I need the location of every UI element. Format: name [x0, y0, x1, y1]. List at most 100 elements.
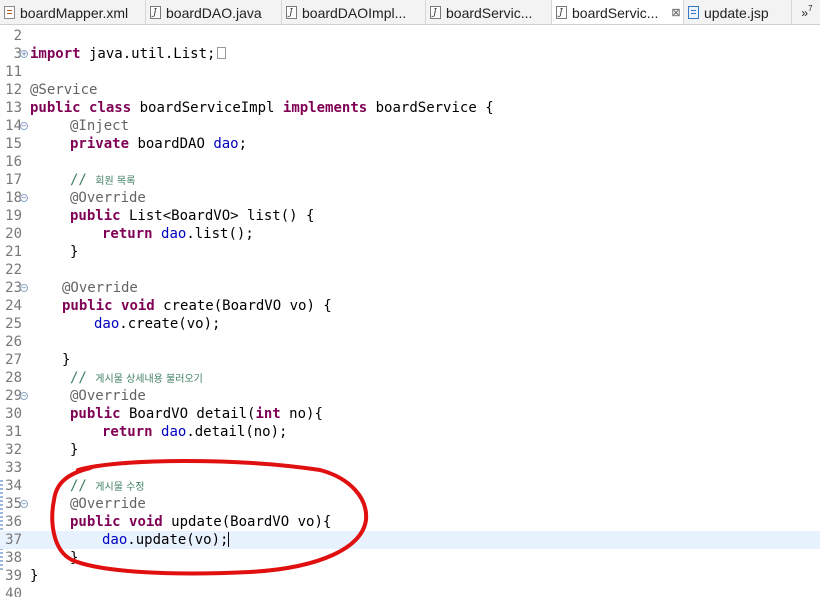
line-number: 22 — [5, 262, 22, 278]
tab-label: boardServic... — [446, 4, 533, 21]
line-number: 40 — [5, 586, 22, 597]
line-number: 12 — [5, 82, 22, 98]
keyword: return — [102, 226, 153, 242]
class-name: boardServiceImpl — [131, 100, 283, 116]
annotation: @Inject — [70, 118, 130, 134]
code-line: 35 − @Override — [0, 495, 820, 513]
keyword: private — [70, 136, 130, 152]
code-line: 30 public BoardVO detail(int no){ — [0, 405, 820, 423]
parameter: no — [280, 406, 307, 422]
folded-code-marker-icon[interactable] — [217, 47, 227, 59]
line-number: 11 — [5, 64, 22, 80]
comment-marker: // — [70, 370, 96, 386]
tab-update-jsp[interactable]: update.jsp — [684, 0, 792, 24]
code-editor[interactable]: 2 3 + import java.util.List; 11 12 @Serv… — [0, 25, 820, 597]
parameter: vo — [186, 316, 204, 332]
keyword: public — [70, 406, 121, 422]
tab-boardservice-java[interactable]: J boardServic... — [426, 0, 552, 24]
fold-collapse-icon[interactable]: − — [20, 284, 28, 292]
field-name: dao — [161, 226, 187, 242]
tab-boarddao-java[interactable]: J boardDAO.java — [146, 0, 282, 24]
fold-collapse-icon[interactable]: − — [20, 392, 28, 400]
java-file-icon: J — [150, 6, 161, 19]
code-line: 39 } — [0, 567, 820, 585]
line-number: 35 — [5, 496, 22, 512]
code-text: } — [70, 244, 79, 260]
overflow-count: 7 — [808, 4, 813, 13]
code-line: 34 // 게시물 수정 — [0, 477, 820, 495]
code-text: update(BoardVO — [162, 514, 298, 530]
code-line: 17 // 회원 목록 — [0, 171, 820, 189]
line-number: 32 — [5, 442, 22, 458]
fold-expand-icon[interactable]: + — [20, 50, 28, 58]
parameter: vo — [297, 514, 315, 530]
code-text: } — [70, 550, 79, 566]
code-text: ); — [203, 316, 221, 332]
keyword: void — [129, 514, 163, 530]
code-line: 36 public void update(BoardVO vo){ — [0, 513, 820, 531]
annotation: @Service — [30, 82, 98, 98]
code-line: 23 − @Override — [0, 279, 820, 297]
java-file-icon: J — [430, 6, 441, 19]
code-line: 15 private boardDAO dao; — [0, 135, 820, 153]
line-number: 27 — [5, 352, 22, 368]
parameter: vo — [194, 532, 212, 548]
code-text: ; — [238, 136, 248, 152]
line-number: 30 — [5, 406, 22, 422]
line-number: 28 — [5, 370, 22, 386]
close-tab-icon[interactable]: ⊠ — [671, 6, 680, 19]
comment-text: 게시물 상세내용 불러오기 — [95, 374, 203, 385]
code-line: 32 } — [0, 441, 820, 459]
line-number: 20 — [5, 226, 22, 242]
code-text: } — [30, 568, 39, 584]
line-number: 13 — [5, 100, 22, 116]
keyword: public — [62, 298, 113, 314]
code-line: 28 // 게시물 상세내용 불러오기 — [0, 369, 820, 387]
code-line: 40 — [0, 585, 820, 597]
code-text: .update( — [127, 532, 195, 548]
line-number: 3 — [13, 46, 22, 62]
code-text: .detail( — [186, 424, 254, 440]
tab-boardmapper-xml[interactable]: boardMapper.xml — [0, 0, 146, 24]
line-number: 19 — [5, 208, 22, 224]
code-line: 19 public List<BoardVO> list() { — [0, 207, 820, 225]
java-file-icon: J — [556, 6, 567, 19]
tab-label: boardServic... — [572, 4, 659, 21]
tab-overflow-button[interactable]: » 7 — [794, 0, 820, 24]
code-text: create(BoardVO vo) { — [154, 298, 332, 314]
type-name: boardDAO — [129, 136, 214, 152]
line-number: 25 — [5, 316, 22, 332]
code-line: 3 + import java.util.List; — [0, 45, 820, 63]
current-code-line: 37 dao.update(vo); — [0, 531, 820, 549]
code-text: ); — [211, 532, 229, 548]
tab-boardserviceimpl-java-active[interactable]: J boardServic... ⊠ — [552, 0, 684, 24]
code-text: ){ — [314, 514, 332, 530]
code-line: 27 } — [0, 351, 820, 369]
xml-file-icon — [4, 6, 15, 19]
annotation: @Override — [70, 496, 146, 512]
fold-collapse-icon[interactable]: − — [20, 500, 28, 508]
code-line: 25 dao.create(vo); — [0, 315, 820, 333]
line-number: 33 — [5, 460, 22, 476]
line-number: 14 — [5, 118, 22, 134]
code-text: java.util.List; — [80, 46, 216, 62]
code-text: boardService { — [367, 100, 494, 116]
keyword: int — [255, 406, 281, 422]
line-number: 21 — [5, 244, 22, 260]
keyword: public — [30, 100, 81, 116]
code-line: 31 return dao.detail(no); — [0, 423, 820, 441]
code-text: List<BoardVO> list() { — [120, 208, 315, 224]
code-text: .create( — [119, 316, 187, 332]
fold-collapse-icon[interactable]: − — [20, 122, 28, 130]
code-text: BoardVO detail( — [120, 406, 256, 422]
tab-boarddaoimpl-java[interactable]: J boardDAOImpl... — [282, 0, 426, 24]
editor-tab-bar: boardMapper.xml J boardDAO.java J boardD… — [0, 0, 820, 25]
code-text: .list(); — [186, 226, 254, 242]
code-line: 22 — [0, 261, 820, 279]
line-number: 39 — [5, 568, 22, 584]
code-line: 33 — [0, 459, 820, 477]
code-text: } — [62, 352, 71, 368]
code-line: 12 @Service — [0, 81, 820, 99]
fold-collapse-icon[interactable]: − — [20, 194, 28, 202]
line-number: 31 — [5, 424, 22, 440]
